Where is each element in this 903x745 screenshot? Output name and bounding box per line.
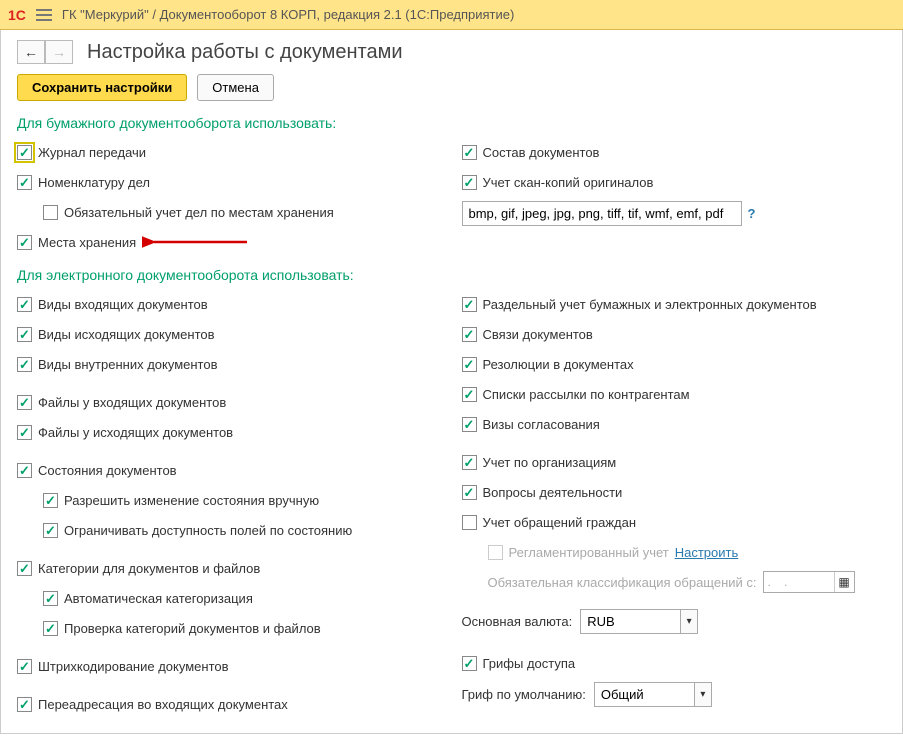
checkbox-activities[interactable] <box>462 485 477 500</box>
chevron-down-icon[interactable]: ▾ <box>694 682 712 707</box>
checkbox-journal[interactable] <box>17 145 32 160</box>
cancel-button[interactable]: Отмена <box>197 74 274 101</box>
help-icon[interactable]: ? <box>748 206 756 221</box>
checkbox-readdress[interactable] <box>17 697 32 712</box>
checkbox-separate[interactable] <box>462 297 477 312</box>
nav-row: ← → Настройка работы с документами <box>17 40 886 64</box>
checkbox-categories[interactable] <box>17 561 32 576</box>
checkbox-storage-places[interactable] <box>17 235 32 250</box>
checkbox-links[interactable] <box>462 327 477 342</box>
checkbox-states-restrict[interactable] <box>43 523 58 538</box>
label-composition: Состав документов <box>483 145 600 160</box>
forward-button[interactable]: → <box>45 40 73 64</box>
date-input-wrapper: ▦ <box>763 571 855 593</box>
label-auto-cat: Автоматическая категоризация <box>64 591 253 606</box>
label-states: Состояния документов <box>38 463 177 478</box>
label-files-outgoing: Файлы у исходящих документов <box>38 425 233 440</box>
label-barcode: Штрихкодирование документов <box>38 659 229 674</box>
checkbox-auto-cat[interactable] <box>43 591 58 606</box>
checkbox-nomenclature[interactable] <box>17 175 32 190</box>
checkbox-states[interactable] <box>17 463 32 478</box>
checkbox-incoming-types[interactable] <box>17 297 32 312</box>
label-states-manual: Разрешить изменение состояния вручную <box>64 493 319 508</box>
checkbox-regulated <box>488 545 503 560</box>
app-title: ГК "Меркурий" / Документооборот 8 КОРП, … <box>62 7 514 22</box>
label-readdress: Переадресация во входящих документах <box>38 697 288 712</box>
currency-value[interactable] <box>580 609 680 634</box>
checkbox-files-outgoing[interactable] <box>17 425 32 440</box>
label-scan-copies: Учет скан-копий оригиналов <box>483 175 654 190</box>
label-mandatory-storage: Обязательный учет дел по местам хранения <box>64 205 334 220</box>
label-internal-types: Виды внутренних документов <box>38 357 218 372</box>
checkbox-outgoing-types[interactable] <box>17 327 32 342</box>
button-row: Сохранить настройки Отмена <box>17 74 886 101</box>
checkbox-states-manual[interactable] <box>43 493 58 508</box>
label-classification-from: Обязательная классификация обращений с: <box>488 575 757 590</box>
checkbox-access-stamps[interactable] <box>462 656 477 671</box>
default-stamp-select[interactable]: ▾ <box>594 682 712 707</box>
checkbox-citizens[interactable] <box>462 515 477 530</box>
label-storage-places: Места хранения <box>38 235 136 250</box>
checkbox-internal-types[interactable] <box>17 357 32 372</box>
arrow-annotation <box>142 236 252 248</box>
checkbox-resolutions[interactable] <box>462 357 477 372</box>
label-files-incoming: Файлы у входящих документов <box>38 395 226 410</box>
checkbox-composition[interactable] <box>462 145 477 160</box>
currency-label: Основная валюта: <box>462 614 573 629</box>
default-stamp-value[interactable] <box>594 682 694 707</box>
label-journal: Журнал передачи <box>38 145 146 160</box>
configure-link[interactable]: Настроить <box>675 545 739 560</box>
label-nomenclature: Номенклатуру дел <box>38 175 150 190</box>
checkbox-scan-copies[interactable] <box>462 175 477 190</box>
formats-input[interactable] <box>462 201 742 226</box>
default-stamp-label: Гриф по умолчанию: <box>462 687 586 702</box>
label-states-restrict: Ограничивать доступность полей по состоя… <box>64 523 352 538</box>
currency-select[interactable]: ▾ <box>580 609 698 634</box>
label-resolutions: Резолюции в документах <box>483 357 634 372</box>
checkbox-visas[interactable] <box>462 417 477 432</box>
checkbox-check-cat[interactable] <box>43 621 58 636</box>
label-visas: Визы согласования <box>483 417 600 432</box>
label-citizens: Учет обращений граждан <box>483 515 637 530</box>
checkbox-files-incoming[interactable] <box>17 395 32 410</box>
checkbox-by-org[interactable] <box>462 455 477 470</box>
menu-icon[interactable] <box>36 9 52 21</box>
section-paper: Для бумажного документооборота использов… <box>17 115 886 131</box>
back-button[interactable]: ← <box>17 40 45 64</box>
label-separate: Раздельный учет бумажных и электронных д… <box>483 297 817 312</box>
page-title: Настройка работы с документами <box>87 41 403 64</box>
label-outgoing-types: Виды исходящих документов <box>38 327 215 342</box>
label-access-stamps: Грифы доступа <box>483 656 576 671</box>
chevron-down-icon[interactable]: ▾ <box>680 609 698 634</box>
date-input[interactable] <box>764 572 834 592</box>
label-categories: Категории для документов и файлов <box>38 561 260 576</box>
label-mailing: Списки рассылки по контрагентам <box>483 387 690 402</box>
titlebar: 1C ГК "Меркурий" / Документооборот 8 КОР… <box>0 0 903 30</box>
label-check-cat: Проверка категорий документов и файлов <box>64 621 321 636</box>
calendar-icon[interactable]: ▦ <box>834 572 854 592</box>
save-button[interactable]: Сохранить настройки <box>17 74 187 101</box>
content-area: ← → Настройка работы с документами Сохра… <box>0 30 903 734</box>
label-links: Связи документов <box>483 327 593 342</box>
checkbox-mandatory-storage[interactable] <box>43 205 58 220</box>
logo-1c: 1C <box>8 7 26 23</box>
label-regulated: Регламентированный учет <box>509 545 669 560</box>
checkbox-barcode[interactable] <box>17 659 32 674</box>
label-by-org: Учет по организациям <box>483 455 617 470</box>
label-activities: Вопросы деятельности <box>483 485 623 500</box>
label-incoming-types: Виды входящих документов <box>38 297 208 312</box>
checkbox-mailing[interactable] <box>462 387 477 402</box>
section-electronic: Для электронного документооборота исполь… <box>17 267 886 283</box>
